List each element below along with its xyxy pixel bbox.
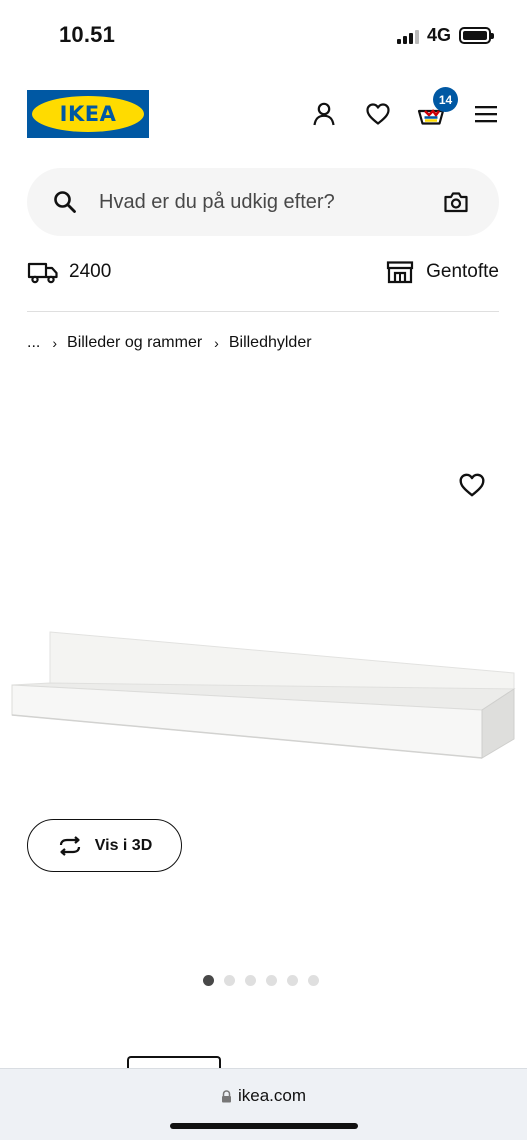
product-image[interactable] xyxy=(0,615,527,775)
battery-icon xyxy=(459,27,494,44)
gallery-dot-6[interactable] xyxy=(308,975,319,986)
breadcrumb: ... › Billeder og rammer › Billedhylder xyxy=(27,334,312,352)
breadcrumb-ellipsis[interactable]: ... xyxy=(27,334,40,352)
search-input[interactable] xyxy=(99,168,429,236)
menu-icon xyxy=(475,106,497,123)
breadcrumb-item-pictures-frames[interactable]: Billeder og rammer xyxy=(67,334,202,352)
store-selector[interactable]: Gentofte xyxy=(386,260,499,284)
delivery-location[interactable]: 2400 xyxy=(27,260,111,284)
postal-code: 2400 xyxy=(69,261,112,282)
browser-address-bar[interactable]: ikea.com xyxy=(0,1068,527,1140)
gallery-dot-4[interactable] xyxy=(266,975,277,986)
rotate-3d-icon xyxy=(59,835,80,856)
status-indicators: 4G xyxy=(396,25,494,46)
breadcrumb-item-picture-ledges[interactable]: Billedhylder xyxy=(229,334,312,352)
gallery-dot-2[interactable] xyxy=(224,975,235,986)
logo-text: IKEA xyxy=(59,102,117,126)
chevron-right-icon: › xyxy=(214,335,219,351)
view-3d-button[interactable]: Vis i 3D xyxy=(27,819,182,872)
product-favourite-button[interactable] xyxy=(458,472,486,500)
person-icon xyxy=(313,102,335,126)
search-bar[interactable] xyxy=(27,168,499,236)
gallery-dot-3[interactable] xyxy=(245,975,256,986)
status-bar: 10.51 4G xyxy=(0,0,527,70)
signal-icon xyxy=(396,28,419,44)
camera-icon[interactable] xyxy=(443,190,469,214)
status-time: 10.51 xyxy=(59,22,116,47)
truck-icon xyxy=(27,262,58,284)
chevron-right-icon: › xyxy=(52,335,58,351)
lock-icon xyxy=(221,1089,231,1102)
gallery-pagination xyxy=(203,975,319,986)
network-type: 4G xyxy=(426,25,451,45)
account-button[interactable] xyxy=(310,100,338,128)
url-text: ikea.com xyxy=(237,1086,307,1105)
gallery-dot-1[interactable] xyxy=(203,975,214,986)
favourites-button[interactable] xyxy=(364,100,392,128)
store-name: Gentofte xyxy=(426,261,499,282)
cart-count-badge: 14 xyxy=(433,87,458,112)
home-indicator[interactable] xyxy=(170,1123,358,1129)
ikea-logo[interactable]: IKEA xyxy=(27,90,149,138)
menu-button[interactable] xyxy=(472,100,500,128)
heart-icon xyxy=(366,103,390,125)
url-display[interactable]: ikea.com xyxy=(0,1086,527,1106)
search-icon xyxy=(54,191,76,213)
view-3d-label: Vis i 3D xyxy=(94,836,153,854)
heart-icon xyxy=(459,473,485,497)
gallery-dot-5[interactable] xyxy=(287,975,298,986)
divider xyxy=(27,311,499,312)
store-icon xyxy=(387,261,414,284)
